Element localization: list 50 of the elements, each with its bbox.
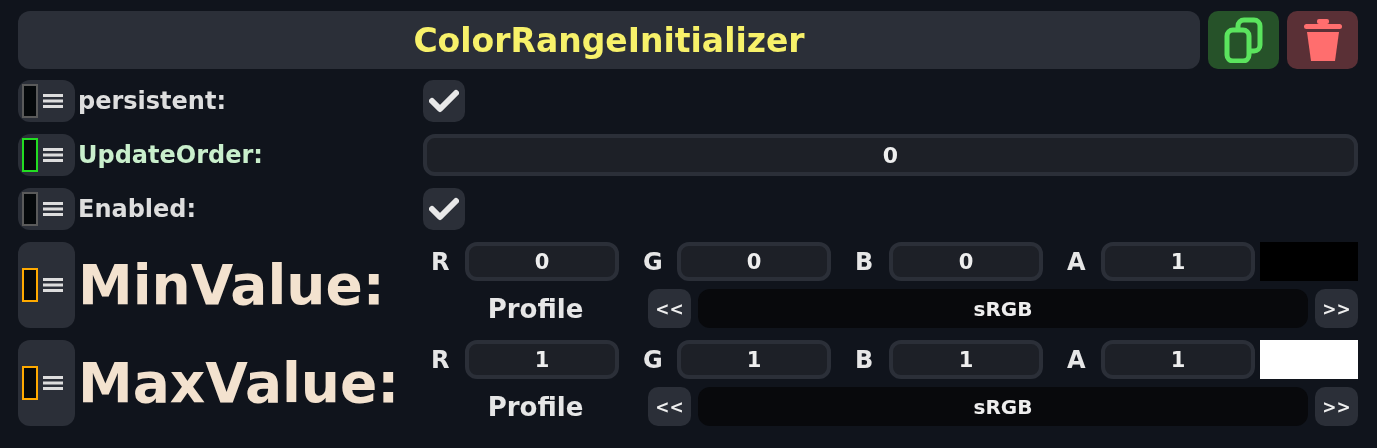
previous-button[interactable]: << (648, 289, 691, 328)
channel-label: G (642, 247, 664, 276)
channel-field[interactable]: 0 (889, 242, 1043, 281)
menu-icon[interactable] (43, 277, 63, 293)
profile-label: Profile (486, 391, 585, 422)
channel-field[interactable]: 1 (465, 340, 619, 379)
next-button[interactable]: >> (1315, 289, 1358, 328)
color-swatch[interactable] (1260, 242, 1358, 281)
channel-field[interactable]: 1 (677, 340, 831, 379)
menu-icon[interactable] (43, 201, 63, 217)
checkbox[interactable] (423, 80, 465, 122)
component-title: ColorRangeInitializer (18, 11, 1200, 69)
drag-handle[interactable] (18, 80, 75, 122)
color-swatch[interactable] (1260, 340, 1358, 379)
drag-handle[interactable] (18, 242, 75, 328)
channel-label: B (854, 247, 875, 276)
channel-field[interactable]: 1 (1101, 242, 1255, 281)
property-label: UpdateOrder: (77, 141, 264, 169)
menu-icon[interactable] (43, 375, 63, 391)
trash-icon (1301, 17, 1344, 63)
channel-label: A (1066, 345, 1087, 374)
next-button[interactable]: >> (1315, 387, 1358, 426)
channel-label: R (430, 345, 451, 374)
checkmark-icon (429, 89, 459, 113)
checkmark-icon (429, 197, 459, 221)
property-label: MinValue: (77, 253, 386, 317)
channel-field[interactable]: 0 (465, 242, 619, 281)
profile-label: Profile (486, 293, 585, 324)
channel-label: A (1066, 247, 1087, 276)
delete-button[interactable] (1287, 11, 1358, 69)
drag-handle[interactable] (18, 340, 75, 426)
property-label: MaxValue: (77, 351, 401, 415)
copy-button[interactable] (1208, 11, 1279, 69)
channel-label: R (430, 247, 451, 276)
channel-field[interactable]: 1 (1101, 340, 1255, 379)
profile-dropdown[interactable]: sRGB (698, 387, 1308, 426)
previous-button[interactable]: << (648, 387, 691, 426)
channel-label: G (642, 345, 664, 374)
property-label: persistent: (77, 87, 227, 115)
profile-dropdown[interactable]: sRGB (698, 289, 1308, 328)
menu-icon[interactable] (43, 147, 63, 163)
checkbox[interactable] (423, 188, 465, 230)
channel-field[interactable]: 1 (889, 340, 1043, 379)
property-label: Enabled: (77, 195, 198, 223)
channel-label: B (854, 345, 875, 374)
drag-handle[interactable] (18, 188, 75, 230)
channel-field[interactable]: 0 (677, 242, 831, 281)
drag-handle[interactable] (18, 134, 75, 176)
menu-icon[interactable] (43, 93, 63, 109)
number-field[interactable]: 0 (423, 134, 1358, 176)
